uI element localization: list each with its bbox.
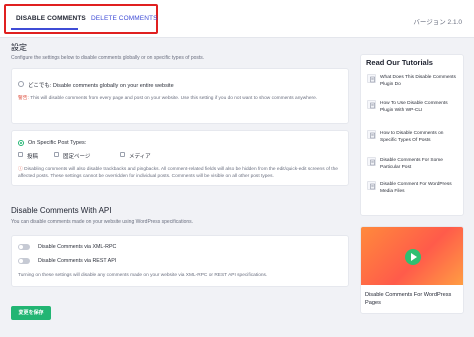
api-desc: You can disable comments made on your we… — [11, 219, 194, 225]
api-note: Turning on these settings will disable a… — [18, 273, 268, 278]
document-icon — [367, 157, 376, 166]
document-icon — [367, 100, 376, 109]
top-bar: DISABLE COMMENTS DELETE COMMENTS バージョン 2… — [0, 0, 474, 38]
video-tutorial-card[interactable]: Disable Comments For WordPress Pages — [360, 226, 464, 314]
everywhere-note-text: This will disable comments from every pa… — [28, 96, 318, 101]
everywhere-radio[interactable] — [18, 81, 24, 87]
tutorial-link[interactable]: What Does This Disable Comments Plugin D… — [380, 74, 460, 88]
post-type-label-pages: 固定ページ — [63, 154, 91, 160]
document-icon — [367, 181, 376, 190]
warning-prefix: 警告: — [18, 96, 29, 101]
specific-note: ⓘ Disabling comments will also disable t… — [18, 166, 344, 180]
save-changes-button[interactable]: 変更を保存 — [11, 306, 51, 320]
specific-card: On Specific Post Types: 投稿 固定ページ メディア ⓘ … — [11, 130, 349, 186]
active-tab-indicator — [11, 28, 78, 30]
video-title[interactable]: Disable Comments For WordPress Pages — [365, 291, 463, 307]
settings-title: 設定 — [11, 43, 27, 52]
xmlrpc-label: Disable Comments via XML-RPC — [38, 244, 117, 250]
post-type-checkbox-posts[interactable] — [18, 152, 23, 157]
document-icon — [367, 130, 376, 139]
specific-radio[interactable] — [18, 140, 24, 146]
specific-label[interactable]: On Specific Post Types: — [28, 140, 86, 146]
everywhere-note: 警告: This will disable comments from ever… — [18, 95, 340, 102]
post-type-label-posts: 投稿 — [27, 154, 39, 160]
xmlrpc-toggle[interactable] — [18, 244, 30, 250]
rest-api-toggle[interactable] — [18, 258, 30, 264]
api-card: Disable Comments via XML-RPC Disable Com… — [11, 235, 349, 287]
settings-desc: Configure the settings below to disable … — [11, 55, 205, 61]
tutorials-title: Read Our Tutorials — [366, 58, 433, 67]
play-icon[interactable] — [405, 249, 421, 265]
tutorial-link[interactable]: Disable Comments For Some Particular Pos… — [380, 157, 460, 171]
tab-delete-comments[interactable]: DELETE COMMENTS — [91, 15, 158, 22]
video-thumbnail[interactable] — [361, 227, 463, 285]
version-label: バージョン 2.1.0 — [413, 19, 462, 26]
everywhere-card: どこでも: Disable comments globally on your … — [11, 68, 349, 124]
specific-note-text: Disabling comments will also disable tra… — [18, 167, 338, 179]
rest-api-label: Disable Comments via REST API — [38, 258, 117, 264]
post-type-checkbox-pages[interactable] — [54, 152, 59, 157]
tutorial-link[interactable]: How To Use Disable Comments Plugin With … — [380, 100, 460, 114]
tab-disable-comments[interactable]: DISABLE COMMENTS — [16, 15, 86, 22]
tutorial-link[interactable]: How to Disable Comments on Specific Type… — [380, 130, 460, 144]
tutorial-link[interactable]: Disable Comment For WordPress Media File… — [380, 181, 460, 195]
api-title: Disable Comments With API — [11, 206, 112, 215]
post-type-label-media: メディア — [129, 154, 151, 160]
post-type-checkbox-media[interactable] — [120, 152, 125, 157]
everywhere-label[interactable]: どこでも: Disable comments globally on your … — [28, 81, 174, 89]
document-icon — [367, 74, 376, 83]
